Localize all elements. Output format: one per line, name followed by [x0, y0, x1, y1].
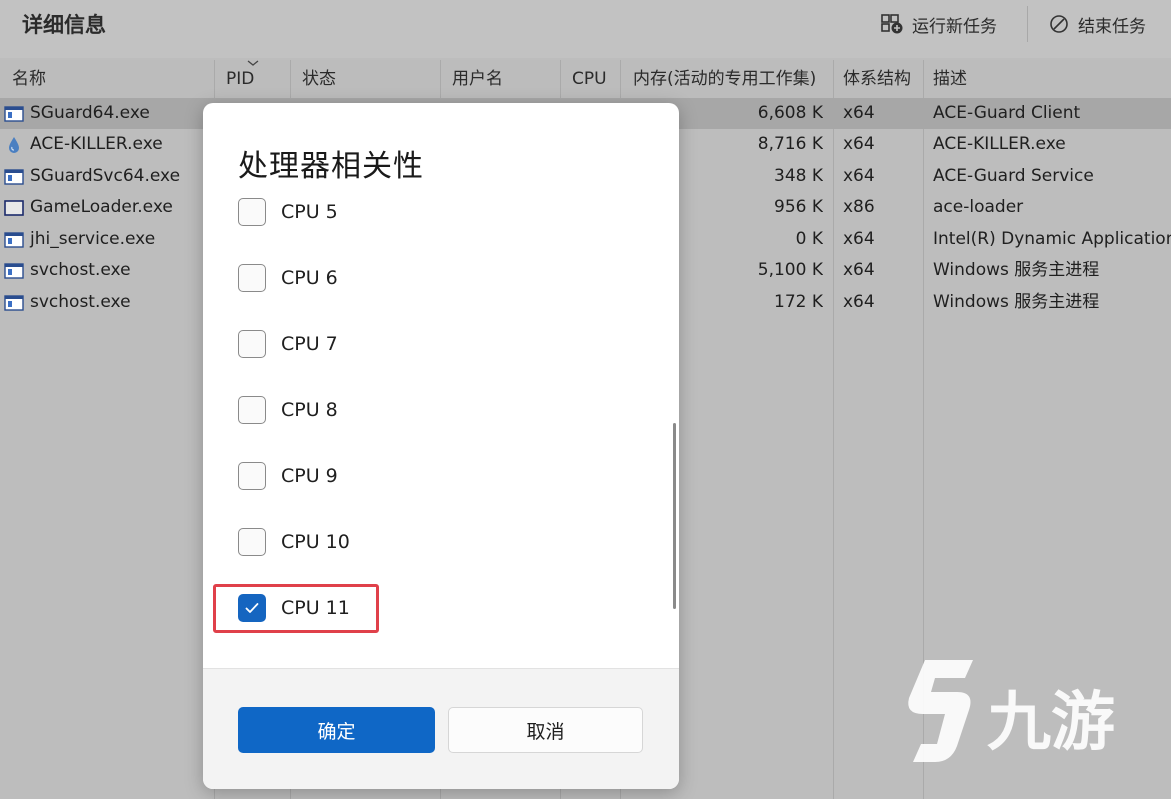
run-new-task-label: 运行新任务: [912, 16, 997, 37]
cpu-checkbox-6[interactable]: CPU 6: [238, 262, 338, 294]
process-name: jhi_service.exe: [30, 229, 156, 249]
process-name: GameLoader.exe: [30, 197, 173, 217]
process-name: SGuardSvc64.exe: [30, 166, 181, 186]
run-new-task-button[interactable]: 运行新任务: [880, 12, 997, 37]
process-memory: 8,716 K: [757, 134, 823, 154]
process-description: Windows 服务主进程: [933, 292, 1100, 312]
checkbox-box[interactable]: [238, 462, 266, 490]
watermark-text: 九游: [987, 686, 1115, 760]
app-window-icon: [4, 262, 24, 279]
process-name: SGuard64.exe: [30, 103, 150, 123]
process-memory: 348 K: [774, 166, 823, 186]
process-memory: 956 K: [774, 197, 823, 217]
process-description: Windows 服务主进程: [933, 260, 1100, 280]
cpu-checkbox-9[interactable]: CPU 9: [238, 460, 338, 492]
app-window-icon: [4, 231, 24, 248]
column-header-username[interactable]: 用户名: [440, 60, 560, 98]
column-header-memory[interactable]: 内存(活动的专用工作集): [621, 60, 833, 98]
app-window-icon: [4, 105, 24, 122]
process-description: ace-loader: [933, 197, 1024, 217]
cpu-checkbox-7[interactable]: CPU 7: [238, 328, 338, 360]
page-title: 详细信息: [22, 13, 106, 37]
process-description: ACE-Guard Service: [933, 166, 1094, 186]
app-window-icon: [4, 168, 24, 185]
drop-icon: [9, 136, 19, 153]
process-memory: 6,608 K: [757, 103, 823, 123]
process-architecture: x64: [843, 103, 875, 123]
column-header-architecture[interactable]: 体系结构: [833, 60, 923, 98]
end-task-button[interactable]: 结束任务: [1048, 12, 1146, 37]
app-window-icon: [4, 294, 24, 311]
nine-game-logo-icon: [908, 660, 973, 762]
cpu-checkbox-10[interactable]: CPU 10: [238, 526, 350, 558]
new-task-icon: [881, 14, 903, 34]
process-memory: 172 K: [774, 292, 823, 312]
process-architecture: x64: [843, 134, 875, 154]
prohibited-icon: [1050, 15, 1068, 33]
cpu-label: CPU 7: [281, 333, 338, 355]
cpu-label: CPU 9: [281, 465, 338, 487]
processor-affinity-dialog: 处理器相关性 CPU 5 CPU 6 CPU 7 CPU 8 CPU 9 CPU…: [203, 103, 679, 789]
checkbox-box[interactable]: [238, 198, 266, 226]
process-architecture: x64: [843, 292, 875, 312]
process-description: ACE-Guard Client: [933, 103, 1081, 123]
sort-chevron-icon: [247, 60, 259, 66]
dialog-title: 处理器相关性: [238, 149, 424, 184]
process-name: svchost.exe: [30, 292, 131, 312]
cpu-label: CPU 10: [281, 531, 350, 553]
process-description: Intel(R) Dynamic Application: [933, 229, 1171, 249]
blank-window-icon: [4, 199, 24, 216]
scrollbar[interactable]: [673, 423, 676, 609]
column-header-row: 名称 PID 状态 用户名 CPU 内存(活动的专用工作集) 体系结构 描述: [0, 60, 1171, 99]
toolbar: 详细信息 运行新任务 结束任务: [0, 0, 1171, 58]
checkbox-box[interactable]: [238, 396, 266, 424]
toolbar-divider: [1027, 6, 1028, 42]
highlight-box: [213, 584, 379, 633]
process-architecture: x64: [843, 229, 875, 249]
checkbox-box[interactable]: [238, 528, 266, 556]
process-architecture: x86: [843, 197, 875, 217]
process-memory: 0 K: [795, 229, 823, 249]
cpu-checkbox-5[interactable]: CPU 5: [238, 196, 338, 228]
column-header-cpu[interactable]: CPU: [560, 60, 619, 98]
process-architecture: x64: [843, 166, 875, 186]
column-header-name[interactable]: 名称: [0, 60, 214, 98]
cpu-label: CPU 6: [281, 267, 338, 289]
process-name: svchost.exe: [30, 260, 131, 280]
checkbox-box[interactable]: [238, 264, 266, 292]
process-memory: 5,100 K: [757, 260, 823, 280]
process-architecture: x64: [843, 260, 875, 280]
cpu-checkbox-8[interactable]: CPU 8: [238, 394, 338, 426]
cpu-label: CPU 8: [281, 399, 338, 421]
watermark-logo: 九游: [895, 652, 1135, 776]
end-task-label: 结束任务: [1078, 16, 1146, 37]
dialog-footer: 确定 取消: [203, 668, 679, 789]
cpu-label: CPU 5: [281, 201, 338, 223]
cancel-button[interactable]: 取消: [448, 707, 643, 753]
column-header-status[interactable]: 状态: [290, 60, 440, 98]
process-name: ACE-KILLER.exe: [30, 134, 163, 154]
ok-button[interactable]: 确定: [238, 707, 435, 753]
column-header-description[interactable]: 描述: [923, 60, 1171, 98]
checkbox-box[interactable]: [238, 330, 266, 358]
process-description: ACE-KILLER.exe: [933, 134, 1066, 154]
